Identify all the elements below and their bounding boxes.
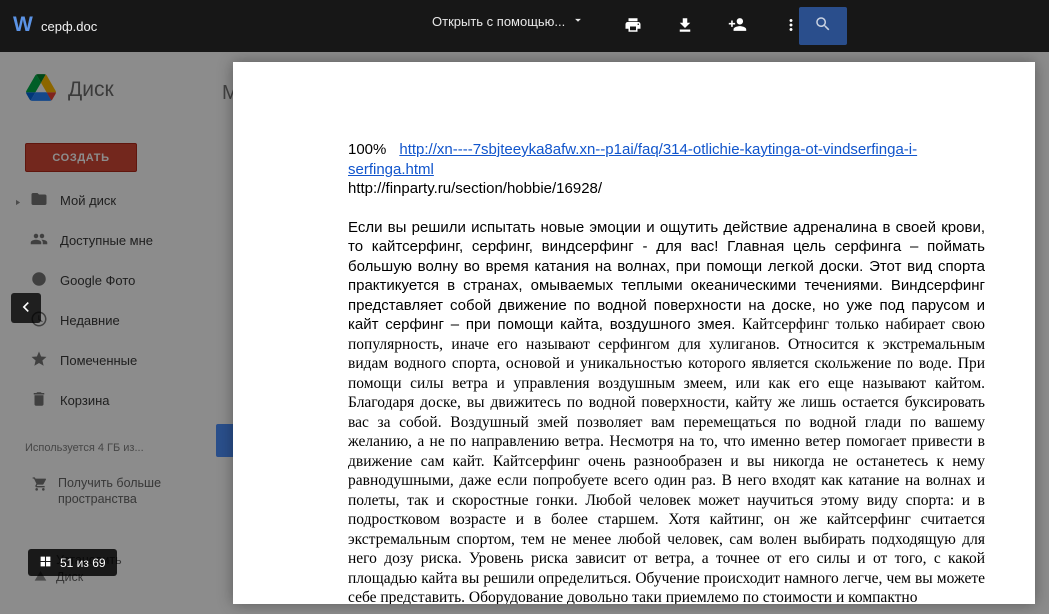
open-with-dropdown[interactable]: Открыть с помощью... bbox=[432, 13, 585, 30]
dimmed-search-button bbox=[799, 7, 847, 45]
page-indicator: 51 из 69 bbox=[28, 549, 117, 576]
doc-paragraph-serif: Кайтсерфинг только набирает свою популяр… bbox=[348, 316, 985, 604]
preview-toolbar: W серф.doc Открыть с помощью... bbox=[0, 0, 1049, 52]
download-button[interactable] bbox=[672, 13, 698, 39]
doc-hyperlink[interactable]: http://xn----7sbjteeyka8afw.xn--p1ai/faq… bbox=[348, 141, 917, 178]
doc-first-line: 100% http://xn----7sbjteeyka8afw.xn--p1ai… bbox=[348, 140, 985, 179]
chevron-left-icon bbox=[16, 297, 36, 320]
printer-icon bbox=[624, 16, 642, 37]
person-add-icon bbox=[728, 15, 747, 37]
open-with-label: Открыть с помощью... bbox=[432, 14, 566, 29]
word-file-icon: W bbox=[13, 13, 33, 36]
doc-plain-url: http://finparty.ru/section/hobbie/16928/ bbox=[348, 180, 603, 197]
document-page: 100% http://xn----7sbjteeyka8afw.xn--p1ai… bbox=[233, 62, 1035, 604]
page-indicator-text: 51 из 69 bbox=[60, 555, 106, 570]
print-button[interactable] bbox=[620, 13, 646, 39]
download-icon bbox=[676, 16, 694, 37]
file-name: серф.doc bbox=[41, 19, 98, 34]
more-vertical-icon bbox=[782, 16, 800, 37]
doc-zoom-text: 100% bbox=[348, 141, 387, 158]
search-icon bbox=[814, 15, 832, 38]
grid-icon bbox=[39, 555, 52, 571]
previous-page-button[interactable] bbox=[11, 293, 41, 323]
screen: Диск Мой диск СОЗДАТЬ Мой диск Доступные… bbox=[0, 0, 1049, 614]
caret-down-icon bbox=[571, 13, 585, 30]
doc-paragraph: Если вы решили испытать новые эмоции и о… bbox=[348, 218, 985, 605]
share-add-person-button[interactable] bbox=[724, 13, 750, 39]
